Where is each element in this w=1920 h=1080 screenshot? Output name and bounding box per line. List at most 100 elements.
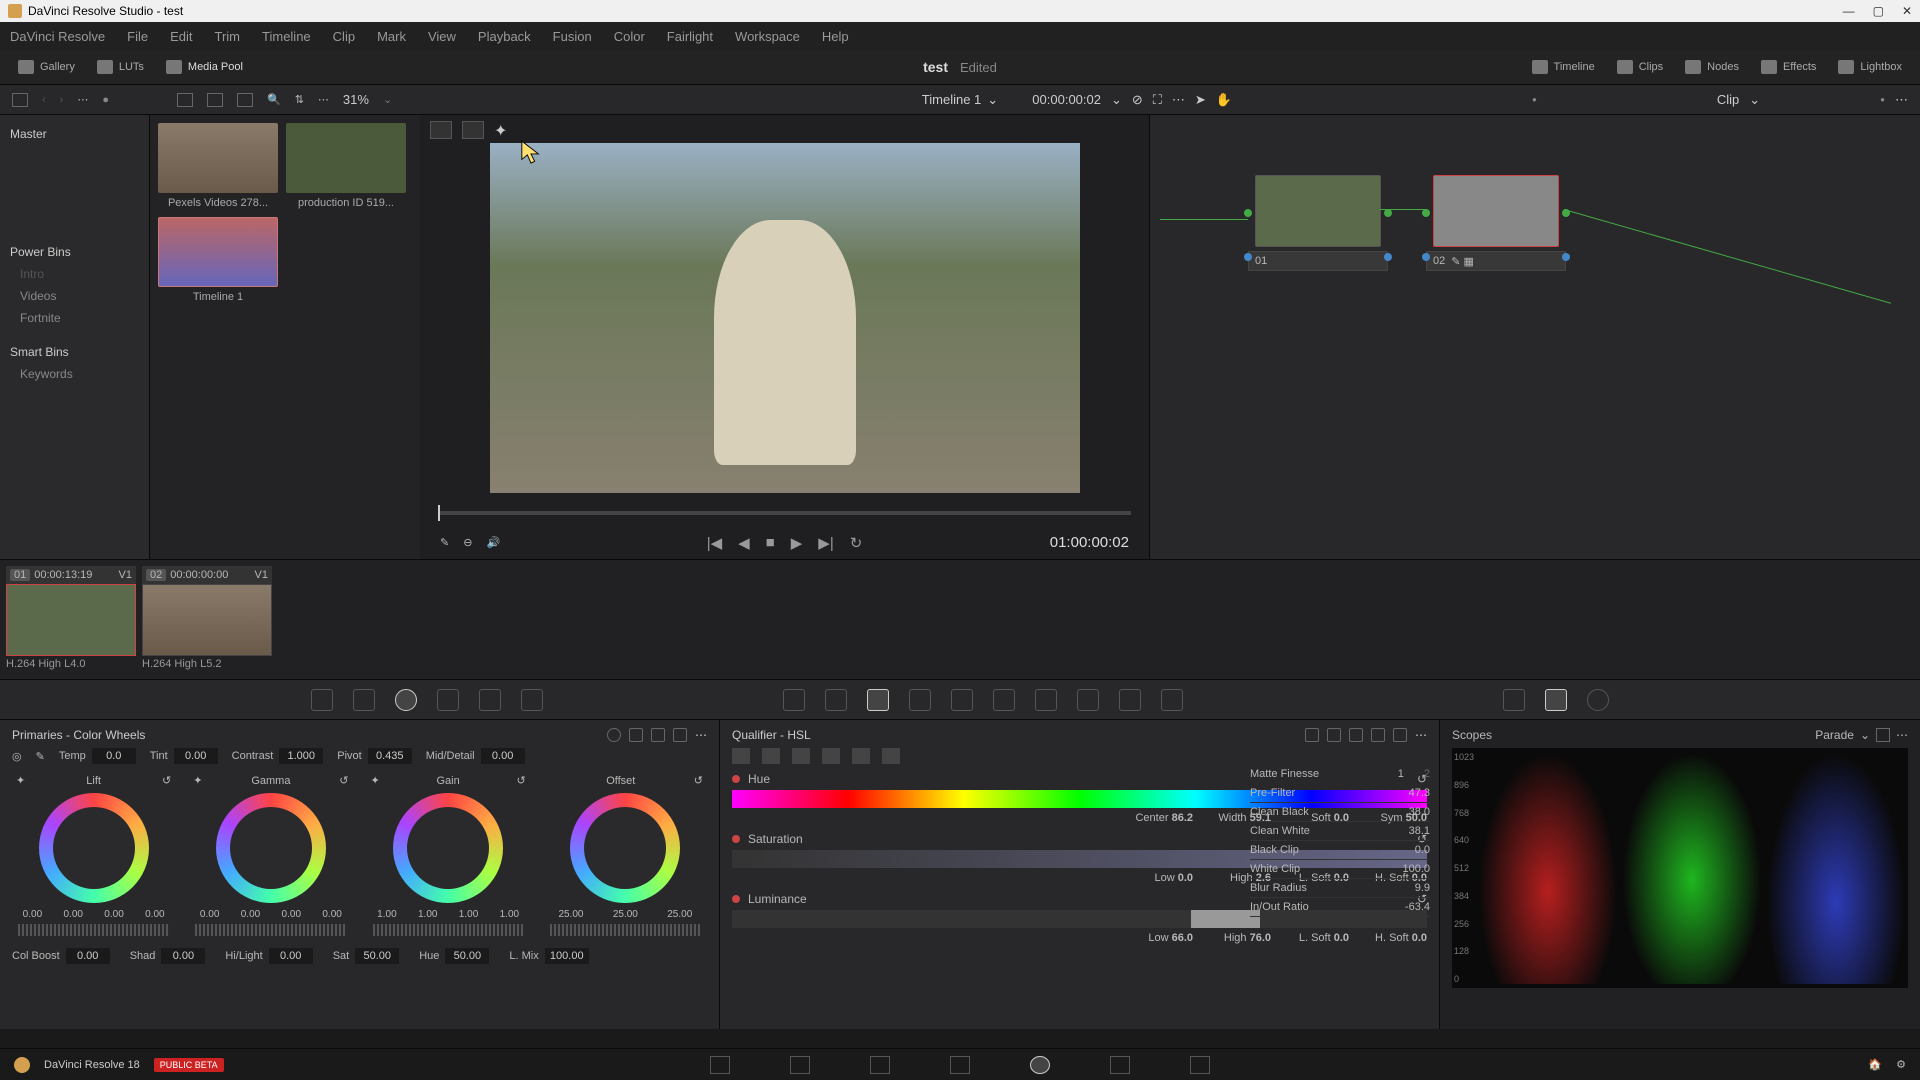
- cut-page-icon[interactable]: [790, 1056, 810, 1074]
- timeline-dropdown-icon[interactable]: ⌄: [987, 92, 998, 108]
- more-icon[interactable]: ⋯: [1415, 728, 1427, 742]
- menu-trim[interactable]: Trim: [215, 29, 241, 44]
- color-wheels-icon[interactable]: [395, 689, 417, 711]
- 3d-icon[interactable]: [1161, 689, 1183, 711]
- zoom-level[interactable]: 31%: [343, 92, 369, 107]
- menu-file[interactable]: File: [127, 29, 148, 44]
- view-grid-icon[interactable]: [207, 93, 223, 107]
- motion-icon[interactable]: [521, 689, 543, 711]
- thumb-clip[interactable]: 0100:00:13:19V1 H.264 High L4.0: [6, 566, 136, 673]
- gain-wheel[interactable]: ✦Gain↺ 1.001.001.001.00: [367, 774, 530, 940]
- color-match-icon[interactable]: [353, 689, 375, 711]
- split-screen-icon[interactable]: [462, 121, 484, 139]
- luts-button[interactable]: LUTs: [91, 56, 150, 78]
- camera-raw-icon[interactable]: [311, 689, 333, 711]
- pool-clip[interactable]: Pexels Videos 278...: [158, 123, 278, 209]
- home-icon[interactable]: 🏠: [1868, 1058, 1882, 1071]
- blackclip-value[interactable]: 0.0: [1415, 844, 1430, 856]
- menu-fusion[interactable]: Fusion: [553, 29, 592, 44]
- inoutratio-value[interactable]: -63.4: [1405, 901, 1430, 913]
- whiteclip-value[interactable]: 100.0: [1402, 863, 1430, 875]
- shad-input[interactable]: [161, 948, 205, 964]
- timeline-name[interactable]: Timeline 1: [922, 92, 981, 107]
- nodes-button[interactable]: Nodes: [1679, 56, 1745, 78]
- lum-mode-icon[interactable]: [1349, 728, 1363, 742]
- reset-icon[interactable]: ↺: [517, 774, 526, 787]
- effects-button[interactable]: Effects: [1755, 56, 1822, 78]
- hue-input[interactable]: [445, 948, 489, 964]
- master-bin[interactable]: Master: [0, 123, 149, 145]
- node-mode-dropdown-icon[interactable]: ⌄: [1749, 92, 1760, 108]
- picker-sub-icon[interactable]: [792, 748, 810, 764]
- hilight-input[interactable]: [269, 948, 313, 964]
- stop-button[interactable]: ■: [766, 534, 775, 551]
- cleanwhite-value[interactable]: 38.1: [1409, 825, 1430, 837]
- cleanblack-value[interactable]: 38.0: [1409, 806, 1430, 818]
- highlight-icon[interactable]: ✦: [494, 121, 516, 139]
- info-icon[interactable]: [1587, 689, 1609, 711]
- feather-sub-icon[interactable]: [852, 748, 870, 764]
- picker-icon[interactable]: [732, 748, 750, 764]
- viewer-scrubber[interactable]: [438, 511, 1131, 515]
- media-pool-button[interactable]: Media Pool: [160, 56, 249, 78]
- picker-icon[interactable]: ✎: [440, 536, 449, 549]
- menu-timeline[interactable]: Timeline: [262, 29, 311, 44]
- play-button[interactable]: ▶: [791, 534, 803, 552]
- bin-videos[interactable]: Videos: [0, 285, 149, 307]
- bin-keywords[interactable]: Keywords: [0, 363, 149, 385]
- smart-bins-header[interactable]: Smart Bins: [0, 341, 149, 363]
- nav-back[interactable]: ‹: [42, 94, 46, 106]
- color-wheel[interactable]: [39, 793, 149, 903]
- node-02[interactable]: 02 ✎ ▦: [1426, 175, 1566, 271]
- color-wheel[interactable]: [393, 793, 503, 903]
- master-wheel[interactable]: [195, 924, 346, 936]
- master-wheel[interactable]: [18, 924, 169, 936]
- view-list-icon[interactable]: [237, 93, 253, 107]
- view-thumb-icon[interactable]: [177, 93, 193, 107]
- magic-mask-icon[interactable]: [993, 689, 1015, 711]
- log-mode-icon[interactable]: [651, 728, 665, 742]
- close-button[interactable]: ✕: [1902, 4, 1912, 18]
- project-settings-icon[interactable]: ⚙: [1896, 1058, 1906, 1071]
- menu-playback[interactable]: Playback: [478, 29, 531, 44]
- lift-wheel[interactable]: ✦Lift↺ 0.000.000.000.00: [12, 774, 175, 940]
- layout-icon[interactable]: [12, 93, 28, 107]
- middetail-input[interactable]: [481, 748, 525, 764]
- feather-add-icon[interactable]: [822, 748, 840, 764]
- wheels-mode-icon[interactable]: [607, 728, 621, 742]
- media-page-icon[interactable]: [710, 1056, 730, 1074]
- reset-icon[interactable]: [1393, 728, 1407, 742]
- image-wipe-icon[interactable]: [430, 121, 452, 139]
- nav-fwd[interactable]: ›: [60, 94, 64, 106]
- gamma-wheel[interactable]: ✦Gamma↺ 0.000.000.000.00: [189, 774, 352, 940]
- matte-tab-2[interactable]: 2: [1424, 768, 1430, 780]
- more4-icon[interactable]: ⋯: [1895, 92, 1908, 108]
- bin-fortnite[interactable]: Fortnite: [0, 307, 149, 329]
- tracking-icon[interactable]: [951, 689, 973, 711]
- color-wheel[interactable]: [570, 793, 680, 903]
- menu-workspace[interactable]: Workspace: [735, 29, 800, 44]
- scopes-icon[interactable]: [1545, 689, 1567, 711]
- blurradius-value[interactable]: 9.9: [1415, 882, 1430, 894]
- playhead[interactable]: [438, 505, 440, 521]
- thumb-clip[interactable]: 0200:00:00:00V1 H.264 High L5.2: [142, 566, 272, 673]
- menu-clip[interactable]: Clip: [333, 29, 355, 44]
- sort-icon[interactable]: ⇅: [295, 93, 304, 106]
- scopes-layout-icon[interactable]: [1876, 728, 1890, 742]
- dropdown-icon[interactable]: ⌄: [1860, 728, 1870, 742]
- deliver-page-icon[interactable]: [1190, 1056, 1210, 1074]
- menu-color[interactable]: Color: [614, 29, 645, 44]
- color-wheel[interactable]: [216, 793, 326, 903]
- menu-fairlight[interactable]: Fairlight: [667, 29, 713, 44]
- menu-mark[interactable]: Mark: [377, 29, 406, 44]
- first-frame-button[interactable]: |◀: [707, 534, 722, 552]
- tint-input[interactable]: [174, 748, 218, 764]
- loop-button[interactable]: ↻: [850, 534, 863, 552]
- auto-balance-icon[interactable]: ◎: [12, 750, 22, 763]
- reset-icon[interactable]: [673, 728, 687, 742]
- bypass-icon[interactable]: ⊘: [1132, 92, 1143, 108]
- warper-icon[interactable]: [825, 689, 847, 711]
- pointer-icon[interactable]: ➤: [1195, 92, 1206, 108]
- color-page-icon[interactable]: [1030, 1056, 1050, 1074]
- node-01[interactable]: 01: [1248, 175, 1388, 271]
